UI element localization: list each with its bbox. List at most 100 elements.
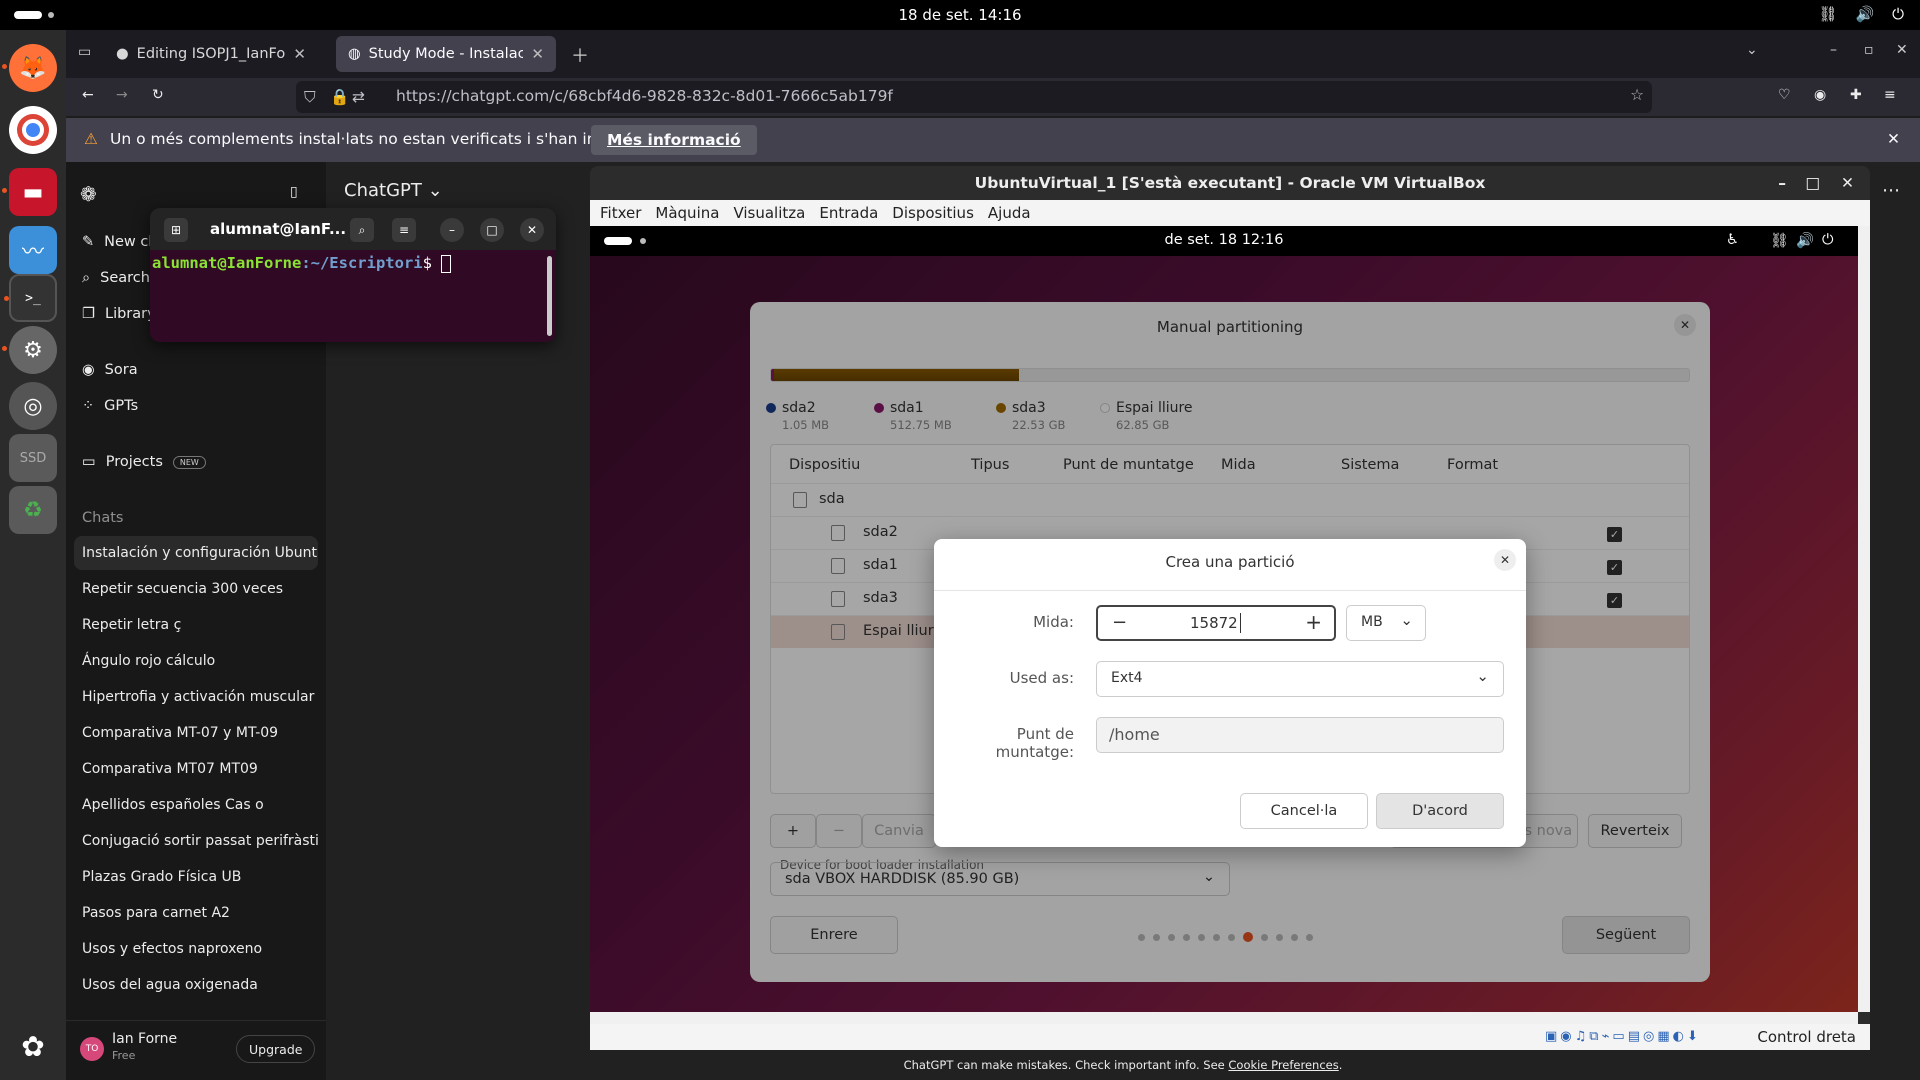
power-icon[interactable]: ⏻ bbox=[1892, 5, 1904, 23]
os-clock[interactable]: 18 de set. 14:16 bbox=[0, 6, 1920, 24]
used-as-select[interactable]: Ext4 ⌄ bbox=[1096, 661, 1504, 697]
terminal-header[interactable]: ⊞ alumnat@IanF... ⌕ ≡ – □ ✕ bbox=[150, 208, 556, 250]
shield-icon[interactable]: ⛉ bbox=[304, 88, 316, 107]
chat-list-item[interactable]: Comparativa MT-07 y MT-09 bbox=[74, 716, 318, 750]
device-status-icons[interactable]: ▣ ◉ ♫ ⧉ ⌁ ▭ ▤ ◎ ▦ ◐ ⬇ bbox=[1545, 1029, 1698, 1044]
maximize-icon[interactable]: □ bbox=[1805, 174, 1820, 192]
chat-list-item[interactable]: Plazas Grado Física UB bbox=[74, 860, 318, 894]
new-tab-icon[interactable]: ⊞ bbox=[164, 218, 188, 242]
back-icon[interactable]: ← bbox=[82, 87, 94, 103]
hard-disk-icon[interactable]: ▣ bbox=[1545, 1029, 1557, 1044]
cancel-button[interactable]: Cancel·la bbox=[1240, 793, 1368, 829]
extensions-icon[interactable]: ✚ bbox=[1850, 87, 1862, 103]
more-options-icon[interactable]: ⋯ bbox=[1882, 180, 1900, 201]
sidebar-item-sora[interactable]: ◉ Sora bbox=[82, 354, 138, 386]
vertical-scrollbar[interactable] bbox=[1858, 226, 1870, 1012]
usb-icon[interactable]: ⌁ bbox=[1602, 1029, 1610, 1044]
chat-list-item[interactable]: Ángulo rojo cálculo bbox=[74, 644, 318, 678]
horizontal-scrollbar[interactable] bbox=[590, 1012, 1858, 1024]
trash-icon[interactable]: ♻ bbox=[9, 486, 57, 534]
model-selector[interactable]: ChatGPT ⌄ bbox=[344, 180, 443, 201]
close-window-icon[interactable]: ✕ bbox=[1896, 42, 1908, 58]
firefox-icon[interactable]: 🦊 bbox=[2, 44, 57, 92]
chrome-icon[interactable] bbox=[9, 106, 57, 154]
lock-icon[interactable]: 🔒 bbox=[330, 88, 349, 106]
chat-list-item[interactable]: Apellidos españoles Cas o bbox=[74, 788, 318, 822]
increment-icon[interactable]: + bbox=[1305, 610, 1322, 634]
chat-list-item[interactable]: Instalación y configuración Ubuntu bbox=[74, 536, 318, 570]
mount-point-input[interactable]: /home bbox=[1096, 717, 1504, 753]
virtualbox-window[interactable]: UbuntuVirtual_1 [S'està executant] - Ora… bbox=[590, 166, 1870, 1050]
minimize-icon[interactable]: – bbox=[440, 218, 464, 242]
close-tab-icon[interactable]: ✕ bbox=[293, 45, 306, 63]
openai-logo-icon[interactable]: ❁ bbox=[80, 182, 97, 206]
audio-icon[interactable]: ♫ bbox=[1575, 1029, 1587, 1044]
more-info-button[interactable]: Més informació bbox=[591, 125, 757, 155]
tab-list-icon[interactable]: ▭ bbox=[78, 44, 91, 60]
close-icon[interactable]: ✕ bbox=[520, 218, 544, 242]
forward-icon[interactable]: → bbox=[116, 87, 128, 103]
display-icon[interactable]: ▤ bbox=[1628, 1029, 1640, 1044]
size-stepper[interactable]: − 15872 + bbox=[1096, 605, 1336, 641]
shared-folders-icon[interactable]: ▭ bbox=[1612, 1029, 1624, 1044]
sidebar-item-library[interactable]: ❐ Library bbox=[82, 298, 156, 330]
reload-icon[interactable]: ↻ bbox=[152, 87, 164, 103]
chat-list-item[interactable]: Comparativa MT07 MT09 bbox=[74, 752, 318, 786]
menu-item[interactable]: Fitxer bbox=[600, 204, 641, 222]
chat-list-item[interactable]: Hipertrofia y activación muscular bbox=[74, 680, 318, 714]
sidebar-item-gpts[interactable]: ⁘ GPTs bbox=[82, 390, 138, 422]
terminal-icon[interactable]: >_ bbox=[4, 274, 57, 322]
cpu-icon[interactable]: ▦ bbox=[1657, 1029, 1669, 1044]
close-tab-icon[interactable]: ✕ bbox=[531, 45, 544, 63]
ok-button[interactable]: D'acord bbox=[1376, 793, 1504, 829]
minimize-icon[interactable]: – bbox=[1778, 174, 1786, 192]
system-monitor-icon[interactable]: 〰 bbox=[9, 226, 57, 274]
minimize-icon[interactable]: – bbox=[1830, 42, 1837, 58]
pocket-icon[interactable]: ♡ bbox=[1778, 87, 1791, 103]
chat-list-item[interactable]: Usos del agua oxigenada bbox=[74, 968, 318, 1002]
guest-display[interactable]: de set. 18 12:16 ♿ ⛓ 🔊 ⏻ Manual partitio… bbox=[590, 226, 1858, 1012]
vbox-titlebar[interactable]: UbuntuVirtual_1 [S'està executant] - Ora… bbox=[590, 166, 1870, 200]
terminal-window[interactable]: ⊞ alumnat@IanF... ⌕ ≡ – □ ✕ alumnat@IanF… bbox=[150, 208, 556, 342]
network-icon[interactable]: ⛓ bbox=[1818, 5, 1837, 23]
ssd-drive-icon[interactable]: SSD bbox=[9, 434, 57, 482]
chat-list-item[interactable]: Repetir secuencia 300 veces bbox=[74, 572, 318, 606]
keyboard-icon[interactable]: ⬇ bbox=[1687, 1029, 1698, 1044]
menu-item[interactable]: Dispositius bbox=[892, 204, 974, 222]
search-icon[interactable]: ⌕ bbox=[350, 218, 374, 242]
network-icon[interactable]: ⧉ bbox=[1589, 1029, 1598, 1044]
settings-icon[interactable]: ⚙ bbox=[2, 326, 57, 374]
menu-item[interactable]: Màquina bbox=[655, 204, 719, 222]
bookmark-star-icon[interactable]: ☆ bbox=[1630, 86, 1644, 104]
terminal-body[interactable]: alumnat@IanForne:~/Escriptori$ bbox=[150, 250, 556, 277]
chat-list-item[interactable]: Pasos para carnet A2 bbox=[74, 896, 318, 930]
user-panel[interactable]: TO Ian Forne Free Upgrade bbox=[66, 1020, 326, 1080]
chat-list-item[interactable]: Usos y efectos naproxeno bbox=[74, 932, 318, 966]
permissions-icon[interactable]: ⇄ bbox=[352, 88, 365, 106]
accessibility-icon[interactable]: ♿ bbox=[1726, 232, 1739, 248]
guest-clock[interactable]: de set. 18 12:16 bbox=[590, 232, 1858, 248]
chevron-down-icon[interactable]: ⌄ bbox=[1746, 42, 1758, 58]
new-tab-icon[interactable]: ＋ bbox=[571, 42, 589, 68]
sidebar-toggle-icon[interactable]: ▯ bbox=[290, 184, 298, 200]
tab-github[interactable]: ● Editing ISOPJ1_IanForne/ ✕ bbox=[104, 36, 318, 72]
show-apps-icon[interactable]: ✿ bbox=[9, 1022, 57, 1070]
maximize-icon[interactable]: □ bbox=[480, 218, 504, 242]
chat-list-item[interactable]: Repetir letra ç bbox=[74, 608, 318, 642]
close-notice-icon[interactable]: ✕ bbox=[1887, 130, 1900, 148]
menu-item[interactable]: Visualitza bbox=[733, 204, 805, 222]
volume-icon[interactable]: 🔊 bbox=[1855, 5, 1874, 23]
menu-item[interactable]: Entrada bbox=[819, 204, 878, 222]
network-icon[interactable]: ⛓ bbox=[1770, 232, 1788, 249]
menu-icon[interactable]: ≡ bbox=[392, 218, 416, 242]
disk-image-icon[interactable]: ◎ bbox=[9, 382, 57, 430]
unit-select[interactable]: MB ⌄ bbox=[1346, 605, 1426, 641]
cookie-preferences-link[interactable]: Cookie Preferences bbox=[1228, 1058, 1338, 1072]
optical-drive-icon[interactable]: ◉ bbox=[1560, 1029, 1571, 1044]
url-bar[interactable]: ⛉ 🔒 ⇄ https://chatgpt.com/c/68cbf4d6-982… bbox=[296, 81, 1652, 113]
menu-item[interactable]: Ajuda bbox=[988, 204, 1031, 222]
mouse-integration-icon[interactable]: ◐ bbox=[1673, 1029, 1684, 1044]
terminal-scrollbar[interactable] bbox=[547, 256, 552, 336]
account-icon[interactable]: ◉ bbox=[1814, 87, 1826, 103]
recording-icon[interactable]: ◎ bbox=[1643, 1029, 1654, 1044]
